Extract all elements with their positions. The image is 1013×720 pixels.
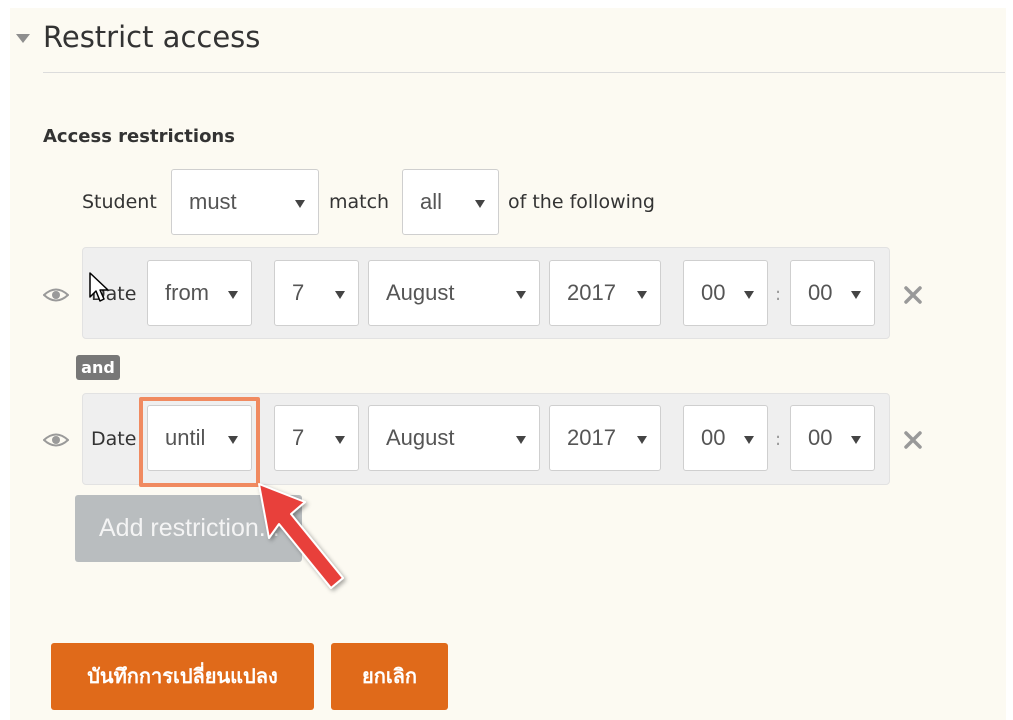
annotation-highlight-box	[139, 397, 260, 487]
match-select-value: all	[420, 189, 443, 214]
and-badge: and	[76, 355, 120, 380]
student-label: Student	[82, 191, 157, 213]
direction-select[interactable]: from	[147, 260, 252, 326]
minute-select[interactable]: 00	[790, 405, 875, 471]
hour-select[interactable]: 00	[683, 405, 768, 471]
day-select[interactable]: 7	[274, 260, 359, 326]
chevron-down-icon	[475, 200, 485, 208]
year-select[interactable]: 2017	[549, 260, 661, 326]
chevron-down-icon	[744, 436, 754, 444]
time-separator: :	[775, 284, 782, 305]
chevron-down-icon	[335, 436, 345, 444]
minute-select[interactable]: 00	[790, 260, 875, 326]
month-select[interactable]: August	[368, 260, 540, 326]
chevron-down-icon	[851, 436, 861, 444]
chevron-down-icon	[637, 436, 647, 444]
time-separator: :	[775, 429, 782, 450]
day-select[interactable]: 7	[274, 405, 359, 471]
title-divider	[43, 72, 1005, 73]
must-select-value: must	[189, 189, 237, 214]
close-x-icon[interactable]	[903, 430, 923, 450]
chevron-down-icon	[228, 291, 238, 299]
chevron-down-icon	[744, 291, 754, 299]
direction-select-value: from	[165, 280, 209, 305]
year-select-value: 2017	[567, 425, 616, 450]
chevron-down-icon	[851, 291, 861, 299]
day-select-value: 7	[292, 280, 305, 305]
following-label: of the following	[508, 191, 655, 213]
minute-select-value: 00	[808, 425, 833, 450]
section-title[interactable]: Restrict access	[43, 20, 260, 54]
eye-icon[interactable]	[43, 432, 69, 448]
match-label: match	[329, 191, 390, 213]
chevron-down-icon	[516, 436, 526, 444]
eye-icon[interactable]	[43, 287, 69, 303]
close-x-icon[interactable]	[903, 285, 923, 305]
save-changes-button[interactable]: บันทึกการเปลี่ยนแปลง	[51, 643, 314, 710]
access-restrictions-heading: Access restrictions	[43, 126, 235, 147]
arrow-cursor-icon	[89, 272, 109, 302]
hour-select[interactable]: 00	[683, 260, 768, 326]
match-select[interactable]: all	[402, 169, 499, 235]
month-select-value: August	[386, 425, 455, 450]
red-arrow-icon	[258, 483, 344, 589]
month-select-value: August	[386, 280, 455, 305]
minute-select-value: 00	[808, 280, 833, 305]
chevron-down-icon	[637, 291, 647, 299]
hour-select-value: 00	[701, 280, 726, 305]
collapse-triangle-icon[interactable]	[16, 34, 30, 43]
chevron-down-icon	[335, 291, 345, 299]
restrict-access-panel	[10, 8, 1006, 720]
cancel-button[interactable]: ยกเลิก	[331, 643, 448, 710]
must-select[interactable]: must	[171, 169, 319, 235]
chevron-down-icon	[295, 200, 305, 208]
hour-select-value: 00	[701, 425, 726, 450]
year-select-value: 2017	[567, 280, 616, 305]
condition-type-label: Date	[91, 428, 137, 450]
year-select[interactable]: 2017	[549, 405, 661, 471]
chevron-down-icon	[516, 291, 526, 299]
day-select-value: 7	[292, 425, 305, 450]
month-select[interactable]: August	[368, 405, 540, 471]
